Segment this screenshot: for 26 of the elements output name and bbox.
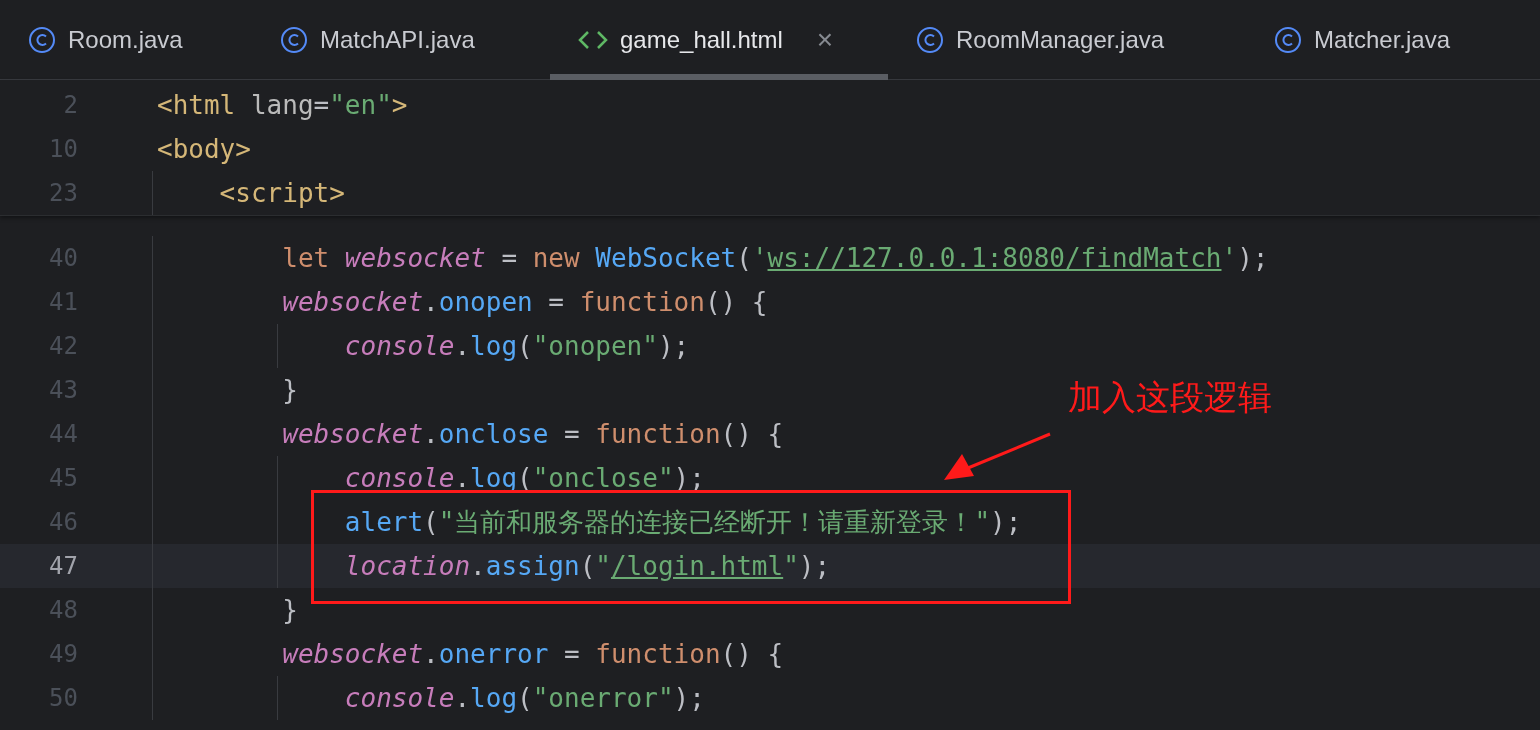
- code-brackets-icon: [578, 29, 608, 51]
- code-line: websocket.onclose = function() {: [281, 418, 785, 451]
- class-icon: [28, 26, 56, 54]
- close-icon[interactable]: ×: [816, 24, 834, 56]
- code-line: }: [281, 594, 299, 627]
- class-icon: [280, 26, 308, 54]
- code-line: <html lang="en">: [157, 89, 409, 122]
- code-line: console.log("onerror");: [343, 682, 706, 715]
- code-line: <script>: [218, 177, 346, 210]
- file-tab[interactable]: Room.java: [0, 0, 252, 80]
- code-line: <body>: [157, 133, 252, 166]
- code-line: }: [281, 374, 299, 407]
- class-icon: [1274, 26, 1302, 54]
- code-line: console.log("onopen");: [343, 330, 691, 363]
- file-tab[interactable]: MatchAPI.java: [252, 0, 550, 80]
- class-icon: [916, 26, 944, 54]
- code-line: websocket.onerror = function() {: [281, 638, 785, 671]
- file-tab[interactable]: Matcher.java: [1246, 0, 1536, 80]
- code-line: location.assign("/login.html");: [343, 550, 832, 583]
- file-tab[interactable]: game_hall.html ×: [550, 0, 888, 80]
- file-tab[interactable]: RoomManager.java: [888, 0, 1246, 80]
- annotation-text: 加入这段逻辑: [1068, 376, 1272, 419]
- code-line: alert("当前和服务器的连接已经断开！请重新登录！");: [343, 506, 1023, 539]
- code-line: let websocket = new WebSocket('ws://127.0.0.1:8080/findMatch');: [281, 242, 1270, 275]
- code-line: websocket.onopen = function() {: [281, 286, 769, 319]
- line-number: 47: [48, 552, 78, 580]
